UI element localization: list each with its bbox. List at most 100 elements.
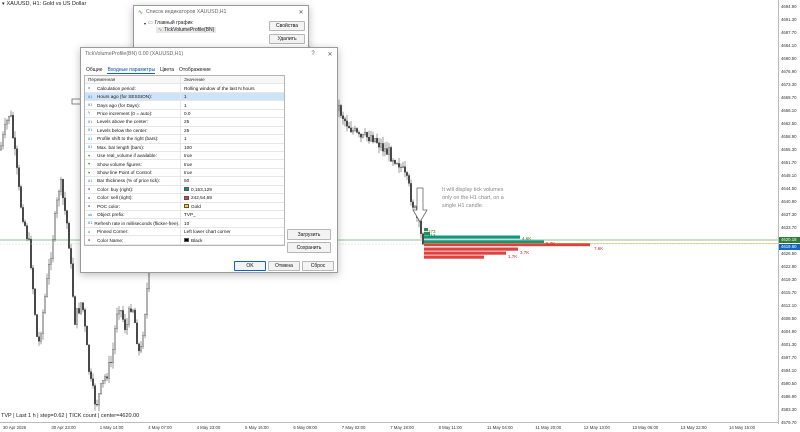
color-icon: ◆ bbox=[88, 204, 91, 209]
reset-button[interactable]: Сброс bbox=[302, 261, 334, 271]
close-icon[interactable]: ✕ bbox=[323, 48, 337, 60]
time-tick-label: 13 May 22:00 bbox=[680, 425, 707, 430]
candle-body bbox=[342, 115, 344, 119]
parameter-value-cell[interactable]: 50 bbox=[181, 178, 284, 183]
dialog-titlebar[interactable]: TickVolumeProfile(BN) 0.00 (XAUUSD,H1) ?… bbox=[81, 48, 337, 60]
price-axis[interactable]: 4694.90 4691.30 4687.70 4684.10 4680.50 4676.… bbox=[778, 0, 800, 425]
price-tick-label: 4691.30 bbox=[781, 17, 797, 22]
current-price-tag: 4620.18 bbox=[779, 237, 800, 243]
close-icon[interactable]: ✕ bbox=[294, 6, 308, 18]
load-button[interactable]: Загрузить bbox=[287, 229, 331, 240]
price-tick-label: 4648.10 bbox=[781, 173, 797, 178]
candle-body bbox=[404, 166, 406, 173]
tab-3[interactable]: Отображение bbox=[179, 67, 211, 74]
tab-0[interactable]: Общие bbox=[86, 67, 102, 74]
folder-icon: ▭ bbox=[148, 20, 153, 26]
parameter-value-cell[interactable]: true bbox=[181, 162, 284, 167]
candle-body bbox=[124, 319, 126, 330]
parameter-row[interactable]: ⚙ Pinned Corner: Left lower chart corner bbox=[85, 227, 284, 237]
parameter-row[interactable]: ⚑ Use real_volume if available: true bbox=[85, 151, 284, 161]
parameter-row[interactable]: 01 Refresh rate in milliseconds (flicker-… bbox=[85, 219, 284, 228]
volume-profile bbox=[424, 228, 778, 259]
cancel-button[interactable]: Отмена bbox=[268, 261, 300, 271]
parameter-row[interactable]: ½ Price increment (0 = auto): 0.0 bbox=[85, 109, 284, 119]
parameter-value-cell[interactable]: Left lower chart corner bbox=[181, 229, 284, 234]
parameter-row[interactable]: 01 Max. bar length (bars): 100 bbox=[85, 143, 284, 152]
parameter-row[interactable]: 01 Bar thickness (% of price tick): 50 bbox=[85, 177, 284, 186]
parameter-name-cell: ½ Price increment (0 = auto): bbox=[85, 109, 181, 118]
parameter-value-cell[interactable]: 1 bbox=[181, 136, 284, 141]
parameter-row[interactable]: ab Object prefix: TVP_ bbox=[85, 211, 284, 220]
candle-body bbox=[358, 132, 360, 135]
parameter-row[interactable]: ◆ Color: buy (right): 0,153,129 bbox=[85, 185, 284, 195]
parameter-value-cell[interactable]: Black bbox=[181, 238, 284, 243]
ok-button[interactable]: OK bbox=[234, 261, 266, 271]
parameter-value-cell[interactable]: true bbox=[181, 153, 284, 158]
color-icon: ◆ bbox=[88, 238, 91, 243]
expander-icon[interactable]: ▾ bbox=[144, 21, 146, 26]
parameter-name: Pinned Corner: bbox=[97, 229, 129, 235]
tab-2[interactable]: Цвета bbox=[160, 67, 174, 74]
parameter-row[interactable]: 01 Levels below the center: 25 bbox=[85, 126, 284, 136]
candle-body bbox=[390, 147, 392, 162]
parameter-value: Gold bbox=[191, 203, 201, 209]
parameter-row[interactable]: ◆ POC color: Gold bbox=[85, 202, 284, 211]
properties-button[interactable]: Свойства bbox=[269, 21, 305, 31]
price-tick-label: 4680.50 bbox=[781, 56, 797, 61]
parameter-value: TVP_ bbox=[184, 212, 196, 218]
parameter-value-cell[interactable]: 1 bbox=[181, 103, 284, 108]
parameter-value-cell[interactable]: 242,54,69 bbox=[181, 195, 284, 200]
parameter-row[interactable]: 01 Hours ago (for SESSION): 1 bbox=[85, 92, 284, 102]
parameter-value-cell[interactable]: Gold bbox=[181, 204, 284, 209]
chart-symbol-text: XAUUSD, H1: Gold vs US Dollar bbox=[6, 1, 87, 7]
parameter-name: Show line Point of Control: bbox=[97, 170, 153, 176]
candle-body bbox=[114, 328, 116, 350]
chevron-down-icon[interactable]: ▾ bbox=[2, 1, 5, 7]
candle-body bbox=[18, 167, 20, 187]
parameter-value: true bbox=[184, 170, 193, 176]
parameter-value-cell[interactable]: 0.0 bbox=[181, 111, 284, 116]
parameter-value-cell[interactable]: Rolling window of the last N hours bbox=[181, 86, 284, 91]
parameter-row[interactable]: ◆ Color: sell (right): 242,54,69 bbox=[85, 194, 284, 203]
parameter-value: 25 bbox=[184, 119, 190, 125]
indicator-list-titlebar[interactable]: ∿ Список индикаторов XAUUSD,H1 ✕ bbox=[134, 6, 308, 18]
candle-body bbox=[128, 308, 130, 325]
save-button[interactable]: Сохранить bbox=[287, 242, 331, 253]
parameter-row[interactable]: ⚙ Calculation period: Rolling window of th… bbox=[85, 84, 284, 93]
parameter-value-cell[interactable]: 25 bbox=[181, 119, 284, 124]
parameter-value-cell[interactable]: 1 bbox=[181, 94, 284, 99]
candle-body bbox=[110, 362, 112, 363]
123-icon: 01 bbox=[88, 103, 93, 108]
candle-body bbox=[76, 308, 78, 325]
time-axis[interactable]: 30 Apr 2026 30 Apr 23:00 1 May 14:00 4 May … bbox=[0, 422, 778, 432]
delete-button[interactable]: Удалить bbox=[269, 34, 305, 44]
parameter-row[interactable]: 01 Profile shift to the right (bars): 1 bbox=[85, 135, 284, 144]
parameter-value-cell[interactable]: true bbox=[181, 170, 284, 175]
parameter-value-cell[interactable]: 25 bbox=[181, 128, 284, 133]
parameter-value-cell[interactable]: TVP_ bbox=[181, 212, 284, 217]
candle-body bbox=[78, 308, 80, 314]
parameter-name-cell: ⚙ Calculation period: bbox=[85, 84, 181, 92]
parameter-value: true bbox=[184, 161, 193, 167]
tab-1[interactable]: Входные параметры bbox=[107, 67, 156, 74]
parameter-row[interactable]: 01 Levels above the center: 25 bbox=[85, 118, 284, 127]
tree-item-indicator[interactable]: ∿ TickVolumeProfile(BN) bbox=[156, 27, 217, 33]
help-icon[interactable]: ? bbox=[306, 48, 320, 60]
parameter-value-cell[interactable]: 10 bbox=[181, 221, 284, 226]
candle-body bbox=[394, 160, 396, 164]
parameter-value: true bbox=[184, 153, 193, 159]
parameter-value: 10 bbox=[184, 220, 190, 226]
candle-body bbox=[6, 120, 8, 125]
parameter-row[interactable]: 01 Days ago (for Days): 1 bbox=[85, 101, 284, 110]
price-tick-label: 4622.90 bbox=[781, 264, 797, 269]
parameter-row[interactable]: ⚑ Show line Point of Control: true bbox=[85, 168, 284, 178]
parameter-value-cell[interactable]: 100 bbox=[181, 145, 284, 150]
parameter-value-cell[interactable]: 0,153,129 bbox=[181, 187, 284, 192]
parameter-row[interactable]: ⚑ Show volume figures: true bbox=[85, 160, 284, 169]
parameter-row[interactable]: ◆ Color Name: Black bbox=[85, 236, 284, 245]
parameter-name-cell: 01 Max. bar length (bars): bbox=[85, 143, 181, 151]
parameter-name-cell: ⚙ Pinned Corner: bbox=[85, 227, 181, 236]
tree-root[interactable]: ▾ ▭ Главный график bbox=[144, 20, 216, 26]
candle-body bbox=[374, 138, 376, 143]
parameter-value: 50 bbox=[184, 178, 190, 184]
